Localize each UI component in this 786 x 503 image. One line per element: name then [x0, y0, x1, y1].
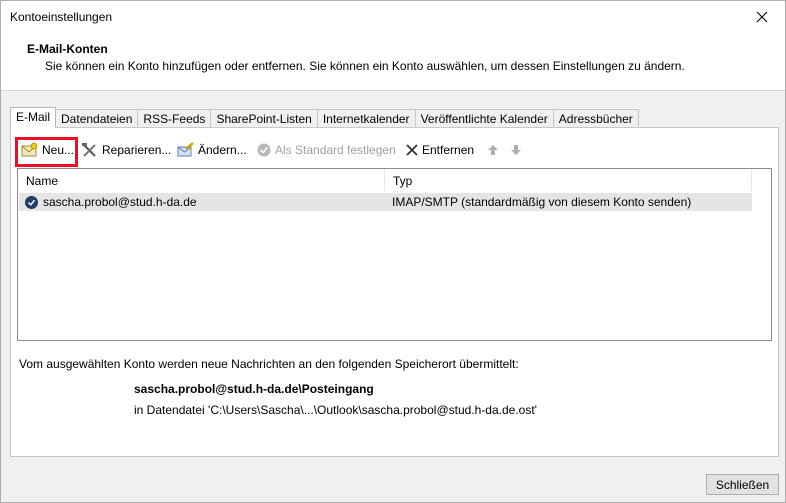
tab-email[interactable]: E-Mail [10, 107, 57, 128]
set-default-button[interactable]: Als Standard festlegen [256, 140, 396, 160]
account-name: sascha.probol@stud.h-da.de [43, 195, 197, 209]
window-title: Kontoeinstellungen [10, 10, 113, 24]
close-dialog-button[interactable]: Schließen [706, 474, 779, 495]
tab-address-books[interactable]: Adressbücher [552, 109, 639, 128]
tab-strip: E-Mail Datendateien RSS-Feeds SharePoint… [10, 107, 639, 128]
remove-label: Entfernen [422, 143, 475, 157]
new-mail-icon [21, 142, 38, 157]
tab-sharepoint-lists[interactable]: SharePoint-Listen [210, 109, 318, 128]
repair-tools-icon [82, 143, 96, 157]
change-button[interactable]: Ändern... [177, 140, 247, 160]
move-up-button[interactable] [487, 140, 502, 160]
account-settings-dialog: Kontoeinstellungen E-Mail-Konten Sie kön… [0, 0, 786, 503]
repair-label: Reparieren... [102, 143, 172, 157]
account-name-cell: sascha.probol@stud.h-da.de [19, 195, 385, 209]
section-description: Sie können ein Konto hinzufügen oder ent… [45, 59, 685, 73]
column-header-name[interactable]: Name [18, 169, 385, 191]
close-button[interactable] [739, 1, 785, 32]
close-icon [756, 11, 768, 22]
change-label: Ändern... [198, 143, 247, 157]
tab-published-calendars[interactable]: Veröffentlichte Kalender [414, 109, 554, 128]
default-account-icon [25, 195, 38, 209]
arrow-up-icon [488, 145, 498, 155]
tab-data-files[interactable]: Datendateien [55, 109, 139, 128]
new-account-label: Neu... [42, 143, 75, 157]
column-header-type[interactable]: Typ [385, 169, 752, 191]
list-header: Name Typ [18, 169, 771, 191]
new-account-button[interactable]: Neu... [21, 140, 74, 160]
data-file-path: in Datendatei 'C:\Users\Sascha\...\Outlo… [134, 403, 537, 417]
delivery-location: sascha.probol@stud.h-da.de\Posteingang [134, 382, 374, 396]
account-list[interactable]: Name Typ sascha.probol@stud.h-da.de IMAP… [17, 168, 772, 341]
email-tab-panel: Neu... Reparieren... Ändern... Als Stand… [10, 127, 779, 457]
set-default-label: Als Standard festlegen [275, 143, 396, 157]
title-bar: Kontoeinstellungen [1, 1, 785, 33]
section-title: E-Mail-Konten [27, 42, 108, 56]
move-down-button[interactable] [510, 140, 525, 160]
tab-internet-calendars[interactable]: Internetkalender [316, 109, 416, 128]
repair-button[interactable]: Reparieren... [81, 140, 171, 160]
table-row[interactable]: sascha.probol@stud.h-da.de IMAP/SMTP (st… [19, 193, 752, 211]
tab-rss-feeds[interactable]: RSS-Feeds [137, 109, 212, 128]
delivery-info-text: Vom ausgewählten Konto werden neue Nachr… [19, 357, 519, 371]
remove-button[interactable]: Entfernen [405, 140, 474, 160]
account-type: IMAP/SMTP (standardmäßig von diesem Kont… [392, 195, 692, 209]
account-toolbar: Neu... Reparieren... Ändern... Als Stand… [11, 137, 778, 167]
check-circle-icon [257, 143, 271, 157]
arrow-down-icon [511, 145, 521, 155]
header-panel: E-Mail-Konten Sie können ein Konto hinzu… [1, 33, 785, 91]
change-account-icon [177, 142, 194, 157]
remove-x-icon [406, 144, 418, 156]
